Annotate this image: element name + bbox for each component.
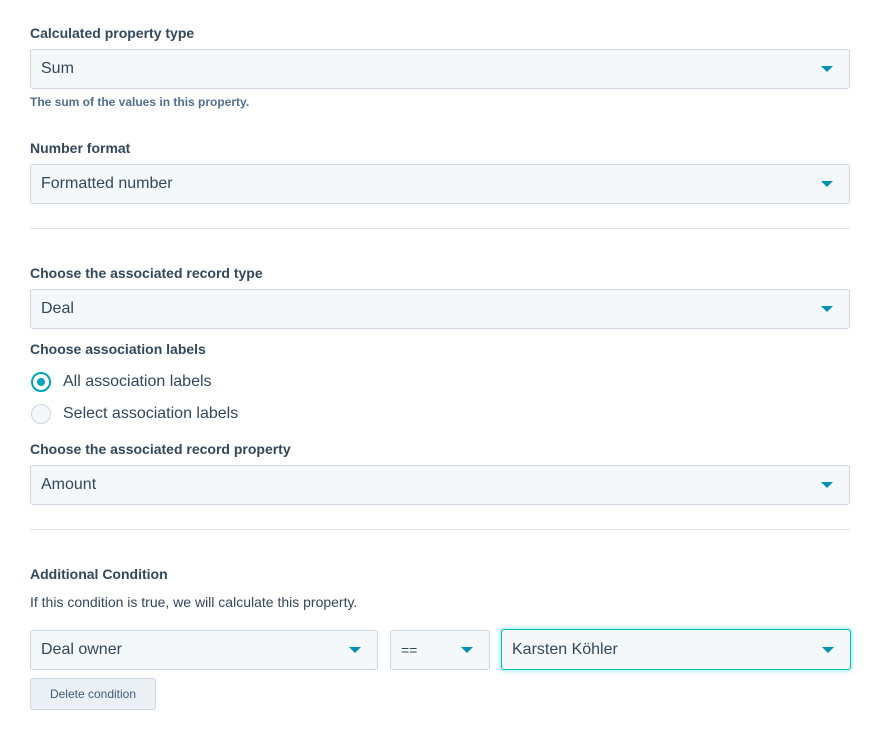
condition-operator-select[interactable]: == (390, 630, 490, 670)
associated-record-property-select[interactable]: Amount (30, 465, 850, 505)
radio-select-association-labels[interactable]: Select association labels (31, 403, 238, 425)
radio-unchecked-icon[interactable] (31, 404, 51, 424)
radio-option-label: Select association labels (63, 405, 239, 422)
associated-record-type-value: Deal (41, 300, 74, 317)
radio-all-association-labels[interactable]: All association labels (31, 371, 212, 393)
radio-option-label: All association labels (63, 373, 212, 390)
condition-value-value: Karsten Köhler (512, 640, 618, 658)
chevron-down-icon (821, 482, 833, 488)
chevron-down-icon (821, 306, 833, 312)
condition-operator-value: == (401, 642, 418, 658)
section-divider (30, 529, 850, 530)
chevron-down-icon (461, 647, 473, 653)
chevron-down-icon (821, 66, 833, 72)
number-format-value: Formatted number (41, 175, 173, 192)
associated-record-property-label: Choose the associated record property (30, 441, 291, 457)
calculated-property-type-label: Calculated property type (30, 25, 195, 41)
condition-value-select[interactable]: Karsten Köhler (501, 629, 851, 670)
association-labels-label: Choose association labels (30, 341, 206, 357)
condition-property-select[interactable]: Deal owner (30, 630, 378, 670)
delete-condition-button[interactable]: Delete condition (30, 678, 156, 710)
calculated-property-type-select[interactable]: Sum (30, 49, 850, 89)
calculated-property-type-help: The sum of the values in this property. (30, 95, 250, 109)
associated-record-type-label: Choose the associated record type (30, 265, 263, 281)
chevron-down-icon (822, 646, 834, 653)
condition-property-value: Deal owner (41, 641, 122, 658)
section-divider (30, 228, 850, 229)
radio-checked-icon[interactable] (31, 372, 51, 392)
additional-condition-description: If this condition is true, we will calcu… (30, 594, 358, 610)
chevron-down-icon (349, 647, 361, 653)
associated-record-property-value: Amount (41, 476, 97, 493)
number-format-label: Number format (30, 140, 131, 156)
calculated-property-type-value: Sum (41, 60, 74, 77)
associated-record-type-select[interactable]: Deal (30, 289, 850, 329)
number-format-select[interactable]: Formatted number (30, 164, 850, 204)
chevron-down-icon (821, 181, 833, 187)
additional-condition-label: Additional Condition (30, 566, 168, 582)
